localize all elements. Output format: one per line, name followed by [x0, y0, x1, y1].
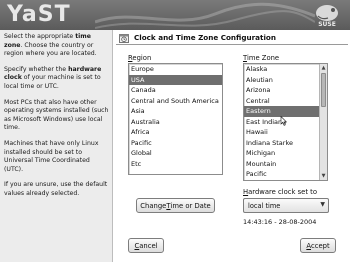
timezone-list-item[interactable]: Eastern — [244, 106, 327, 117]
region-list-item[interactable]: Asia — [129, 106, 222, 117]
region-listbox[interactable]: Europe USA Canada Central and South America… — [128, 63, 223, 175]
app-logo: YaST — [7, 2, 71, 27]
region-list-item[interactable]: Europe — [129, 64, 222, 75]
region-list-item[interactable]: Canada — [129, 85, 222, 96]
timezone-list-item[interactable]: Mountain — [244, 159, 327, 170]
hwclock-select[interactable]: local time ▼ — [243, 198, 329, 213]
help-paragraph-default: If you are unsure, use the default value… — [4, 181, 108, 197]
scroll-up-arrow-icon[interactable]: ▲ — [320, 64, 327, 72]
timezone-list-item[interactable]: Alaska — [244, 64, 327, 75]
timezone-scrollbar[interactable]: ▲ ▼ — [319, 64, 327, 180]
mouse-cursor-icon — [280, 116, 287, 126]
help-panel: Select the appropriate time zone. Choose… — [0, 30, 113, 262]
region-label: Region — [128, 54, 152, 62]
chevron-down-icon: ▼ — [320, 201, 325, 208]
timezone-list-item[interactable]: Indiana Starke — [244, 138, 327, 149]
timezone-label: Time Zone — [243, 54, 280, 62]
region-items: Europe USA Canada Central and South America… — [129, 64, 222, 169]
accept-button[interactable]: Accept — [300, 238, 336, 253]
timezone-list-item[interactable]: Arizona — [244, 85, 327, 96]
hwclock-value: local time — [248, 201, 281, 210]
region-list-item[interactable]: Pacific — [129, 138, 222, 149]
dialog-title: Clock and Time Zone Configuration — [134, 33, 276, 42]
help-paragraph-timezone: Select the appropriate time zone. Choose… — [4, 33, 97, 58]
hwclock-label: Hardware clock set to — [243, 188, 317, 196]
header-banner: YaST SUSE — [0, 0, 350, 30]
timezone-list-item[interactable]: Pacific — [244, 169, 327, 180]
timezone-list-item[interactable]: Michigan — [244, 148, 327, 159]
timezone-list-item[interactable]: Aleutian — [244, 75, 327, 86]
region-list-item[interactable]: Global — [129, 148, 222, 159]
scrollbar-thumb[interactable] — [321, 73, 326, 107]
help-paragraph-hwclock: Specify whether the hardware clock of yo… — [4, 65, 102, 90]
region-list-item[interactable]: Central and South America — [129, 96, 222, 107]
dialog-title-bar: Clock and Time Zone Configuration — [116, 31, 348, 45]
clock-config-icon — [119, 33, 129, 43]
region-list-item[interactable]: Australia — [129, 117, 222, 128]
scroll-down-arrow-icon[interactable]: ▼ — [320, 172, 327, 180]
current-datetime: 14:43:16 - 28-08-2004 — [243, 218, 317, 226]
banner-wave-decoration — [95, 2, 315, 29]
help-paragraph-localtime: Most PCs that also have other operating … — [4, 98, 109, 132]
timezone-list-item[interactable]: Hawaii — [244, 127, 327, 138]
timezone-list-item[interactable]: Central — [244, 96, 327, 107]
cancel-button[interactable]: Cancel — [128, 238, 164, 253]
region-list-item[interactable]: Etc — [129, 159, 222, 170]
region-list-item[interactable]: USA — [129, 74, 222, 85]
region-list-item[interactable]: Africa — [129, 127, 222, 138]
svg-text:SUSE: SUSE — [318, 21, 336, 28]
dialog-main: Clock and Time Zone Configuration Region… — [114, 30, 350, 262]
help-paragraph-utc: Machines that have only Linux installed … — [4, 139, 99, 173]
suse-logo-icon: SUSE — [316, 5, 338, 28]
change-time-button[interactable]: Change Time or Date — [136, 198, 215, 213]
